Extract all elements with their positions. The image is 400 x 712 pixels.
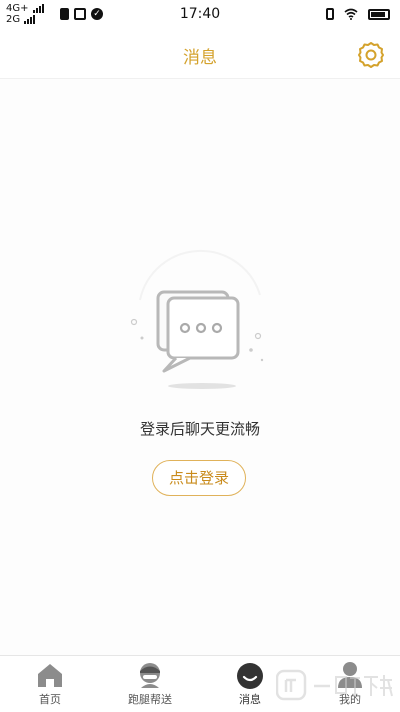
page-title: 消息: [183, 48, 217, 68]
tab-label: 跑腿帮送: [128, 693, 172, 706]
tab-home[interactable]: 首页: [0, 656, 100, 712]
tab-courier[interactable]: 跑腿帮送: [100, 656, 200, 712]
battery-icon: [368, 8, 390, 20]
chat-bubbles-icon: [130, 249, 264, 389]
app-header: 消息: [0, 30, 400, 79]
home-icon: [38, 664, 62, 687]
vibrate-icon: [326, 8, 334, 20]
message-icon: [237, 663, 263, 689]
courier-icon: [140, 663, 160, 688]
login-button[interactable]: 点击登录: [152, 460, 246, 496]
gear-icon[interactable]: [356, 40, 386, 70]
empty-state-message: 登录后聊天更流畅: [139, 420, 260, 438]
status-bar: 4G+ 2G ✓ 17:40: [0, 0, 400, 30]
tab-label: 首页: [39, 693, 61, 706]
wifi-icon: [344, 8, 358, 20]
system-icons: [326, 8, 390, 20]
watermark-logo: [276, 669, 393, 701]
